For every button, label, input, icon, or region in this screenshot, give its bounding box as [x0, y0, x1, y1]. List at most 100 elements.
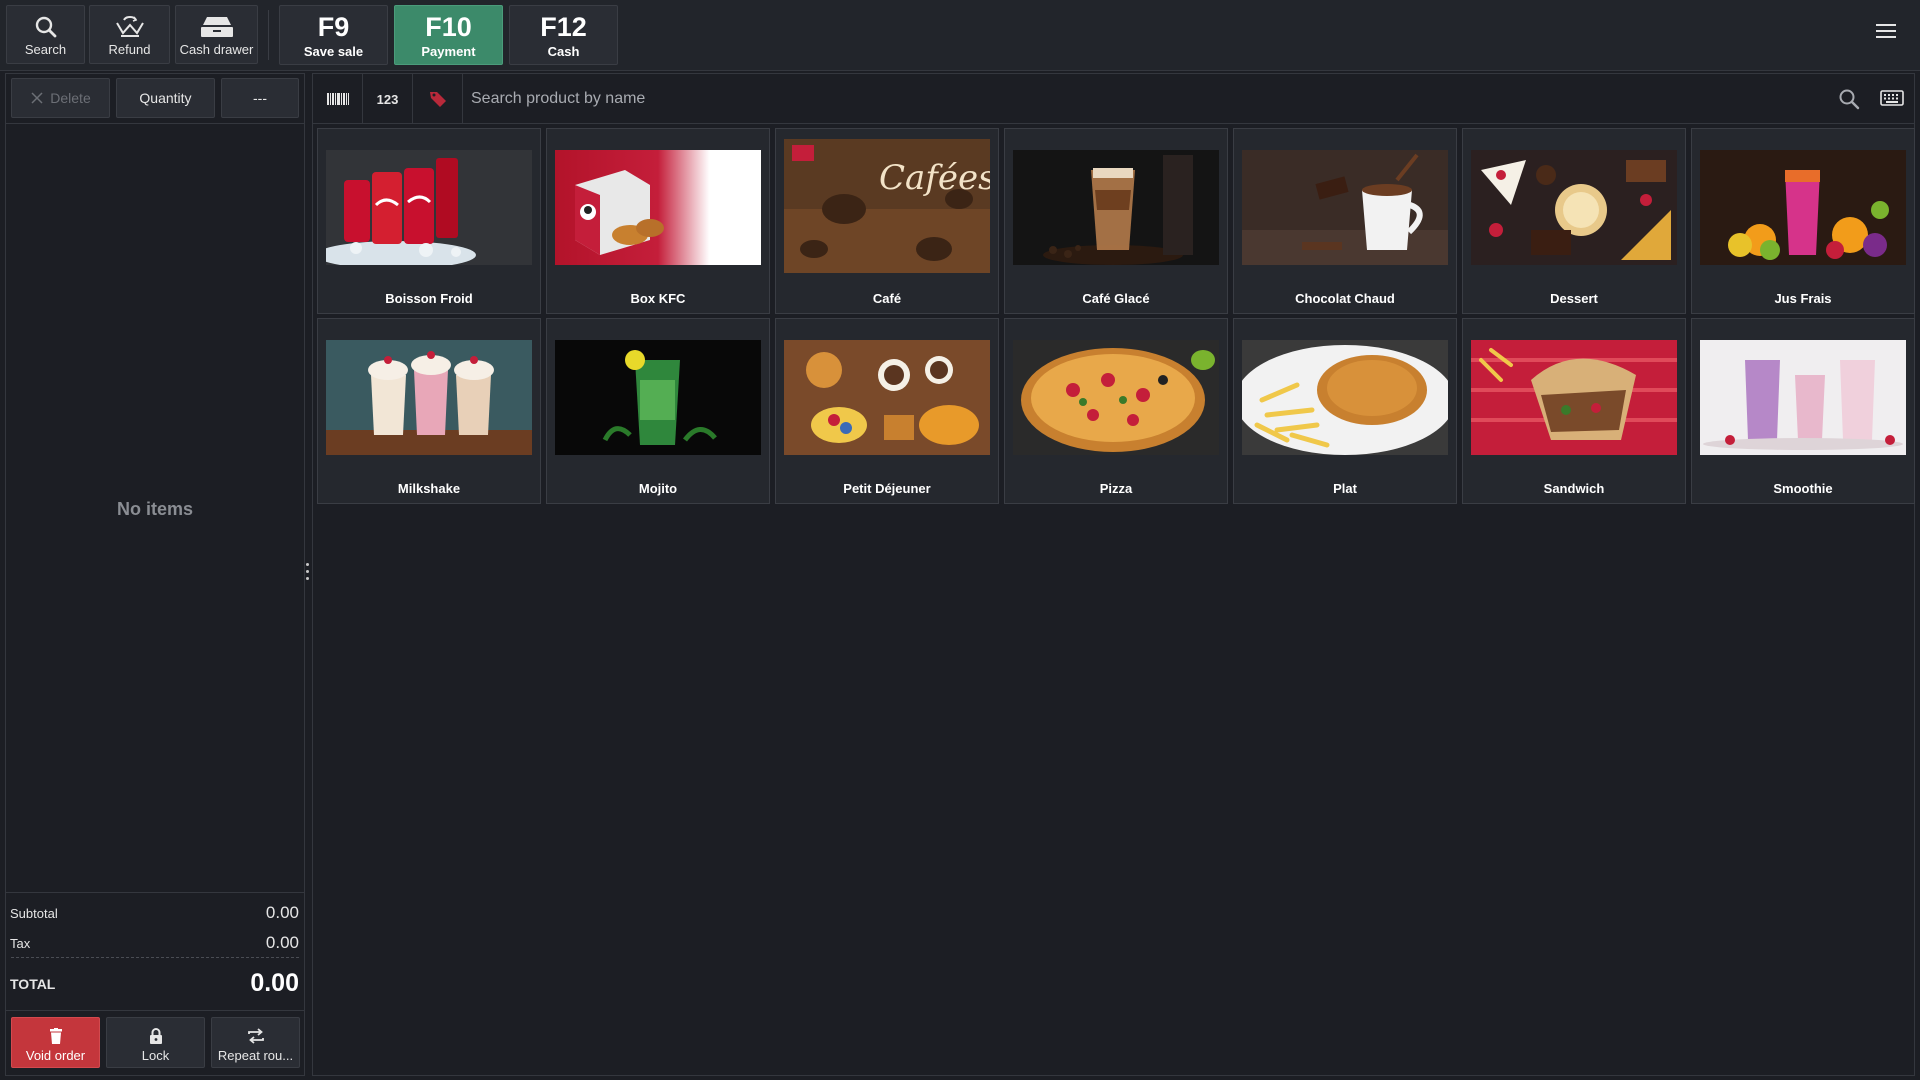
tag-icon [429, 92, 446, 107]
cash-drawer-icon [199, 12, 235, 42]
numeric-mode-button[interactable]: 123 [363, 74, 413, 124]
category-image [326, 150, 532, 265]
category-image [1471, 340, 1677, 455]
search-icon [34, 12, 58, 42]
category-card-cafe[interactable]: Cafées Café [775, 128, 999, 314]
category-card-chocolat-chaud[interactable]: Chocolat Chaud [1233, 128, 1457, 314]
search-icon[interactable] [1838, 88, 1860, 115]
category-image [555, 340, 761, 455]
cash-drawer-button[interactable]: Cash drawer [175, 5, 258, 64]
f10-key-label: F10 [425, 11, 472, 42]
more-actions-button[interactable]: --- [221, 78, 299, 118]
category-card-dessert[interactable]: Dessert [1462, 128, 1686, 314]
category-name: Café Glacé [1082, 291, 1150, 306]
category-image [1242, 150, 1448, 265]
tax-value: 0.00 [265, 933, 299, 952]
divider [6, 123, 304, 124]
keyboard-icon[interactable] [1880, 90, 1904, 111]
total-row: TOTAL 0.00 [6, 969, 304, 998]
search-button[interactable]: Search [6, 5, 85, 64]
tax-row: Tax 0.00 [6, 933, 304, 953]
tag-filter-button[interactable] [413, 74, 463, 124]
subtotal-value: 0.00 [265, 903, 299, 922]
repeat-icon [247, 1028, 264, 1044]
category-image [784, 340, 990, 455]
product-panel: 123 Search product by name Boisson Froid… [312, 73, 1915, 1076]
category-image [1013, 150, 1219, 265]
repeat-round-button[interactable]: Repeat rou... [211, 1017, 300, 1068]
category-card-mojito[interactable]: Mojito [546, 318, 770, 504]
category-name: Dessert [1550, 291, 1598, 306]
cash-drawer-button-label: Cash drawer [179, 42, 254, 57]
save-sale-button[interactable]: F9 Save sale [279, 5, 388, 65]
empty-order-message: No items [116, 499, 194, 519]
category-image [555, 150, 761, 265]
category-name: Petit Déjeuner [843, 481, 931, 496]
void-order-label: Void order [25, 1048, 86, 1063]
total-value: 0.00 [250, 969, 299, 997]
trash-icon [49, 1028, 62, 1044]
refund-button[interactable]: Refund [89, 5, 170, 64]
category-name: Plat [1333, 481, 1357, 496]
totals-divider [11, 957, 299, 958]
repeat-round-label: Repeat rou... [217, 1048, 294, 1063]
subtotal-row: Subtotal 0.00 [6, 903, 304, 923]
category-name: Box KFC [630, 291, 686, 306]
lock-label: Lock [141, 1048, 170, 1063]
category-name: Milkshake [397, 481, 461, 496]
subtotal-label: Subtotal [10, 905, 58, 921]
delete-button[interactable]: Delete [11, 78, 110, 118]
category-name: Sandwich [1543, 481, 1605, 496]
product-search-input[interactable] [463, 74, 1783, 124]
toolbar-divider [268, 10, 269, 60]
payment-button[interactable]: F10 Payment [394, 5, 503, 65]
hamburger-menu-icon[interactable] [1876, 24, 1896, 40]
panel-splitter-handle[interactable] [306, 563, 310, 585]
quantity-button[interactable]: Quantity [116, 78, 215, 118]
numeric-mode-label: 123 [376, 91, 399, 107]
refund-button-label: Refund [108, 42, 151, 57]
svg-text:Cafées: Cafées [879, 158, 990, 198]
lock-icon [149, 1028, 162, 1044]
void-order-button[interactable]: Void order [11, 1017, 100, 1068]
category-image [1013, 340, 1219, 455]
category-name: Mojito [638, 481, 678, 496]
divider [6, 1010, 304, 1011]
order-totals: Subtotal 0.00 Tax 0.00 TOTAL 0.00 [6, 892, 304, 997]
lock-button[interactable]: Lock [106, 1017, 205, 1068]
order-panel: Delete Quantity --- No items Subtotal 0.… [5, 73, 305, 1076]
f9-key-label: F9 [317, 11, 350, 42]
category-name: Pizza [1099, 481, 1133, 496]
category-image [1700, 340, 1906, 455]
tax-label: Tax [10, 935, 31, 951]
category-card-plat[interactable]: Plat [1233, 318, 1457, 504]
category-image [326, 340, 532, 455]
category-card-milkshake[interactable]: Milkshake [317, 318, 541, 504]
category-name: Café [872, 291, 902, 306]
category-card-sandwich[interactable]: Sandwich [1462, 318, 1686, 504]
cash-label: Cash [547, 43, 580, 59]
category-name: Jus Frais [1774, 291, 1832, 306]
category-image [1242, 340, 1448, 455]
category-card-box-kfc[interactable]: Box KFC [546, 128, 770, 314]
f12-key-label: F12 [540, 11, 587, 42]
category-card-boisson-froid[interactable]: Boisson Froid [317, 128, 541, 314]
category-card-pizza[interactable]: Pizza [1004, 318, 1228, 504]
category-name: Chocolat Chaud [1295, 291, 1395, 306]
category-image [1471, 150, 1677, 265]
category-card-jus-frais[interactable]: Jus Frais [1691, 128, 1915, 314]
category-card-cafe-glace[interactable]: Café Glacé [1004, 128, 1228, 314]
product-search-bar: 123 [313, 74, 1914, 124]
refund-icon [114, 12, 146, 42]
cash-button[interactable]: F12 Cash [509, 5, 618, 65]
top-toolbar: Search Refund Cash drawer F9 Save sale F… [0, 0, 1920, 71]
barcode-mode-button[interactable] [313, 74, 363, 124]
category-image: Cafées [784, 139, 990, 273]
category-image [1700, 150, 1906, 265]
category-card-petit-dejeuner[interactable]: Petit Déjeuner [775, 318, 999, 504]
close-icon [31, 92, 43, 104]
quantity-label: Quantity [139, 90, 192, 106]
category-name: Smoothie [1773, 481, 1833, 496]
category-name: Boisson Froid [385, 291, 473, 306]
category-card-smoothie[interactable]: Smoothie [1691, 318, 1915, 504]
